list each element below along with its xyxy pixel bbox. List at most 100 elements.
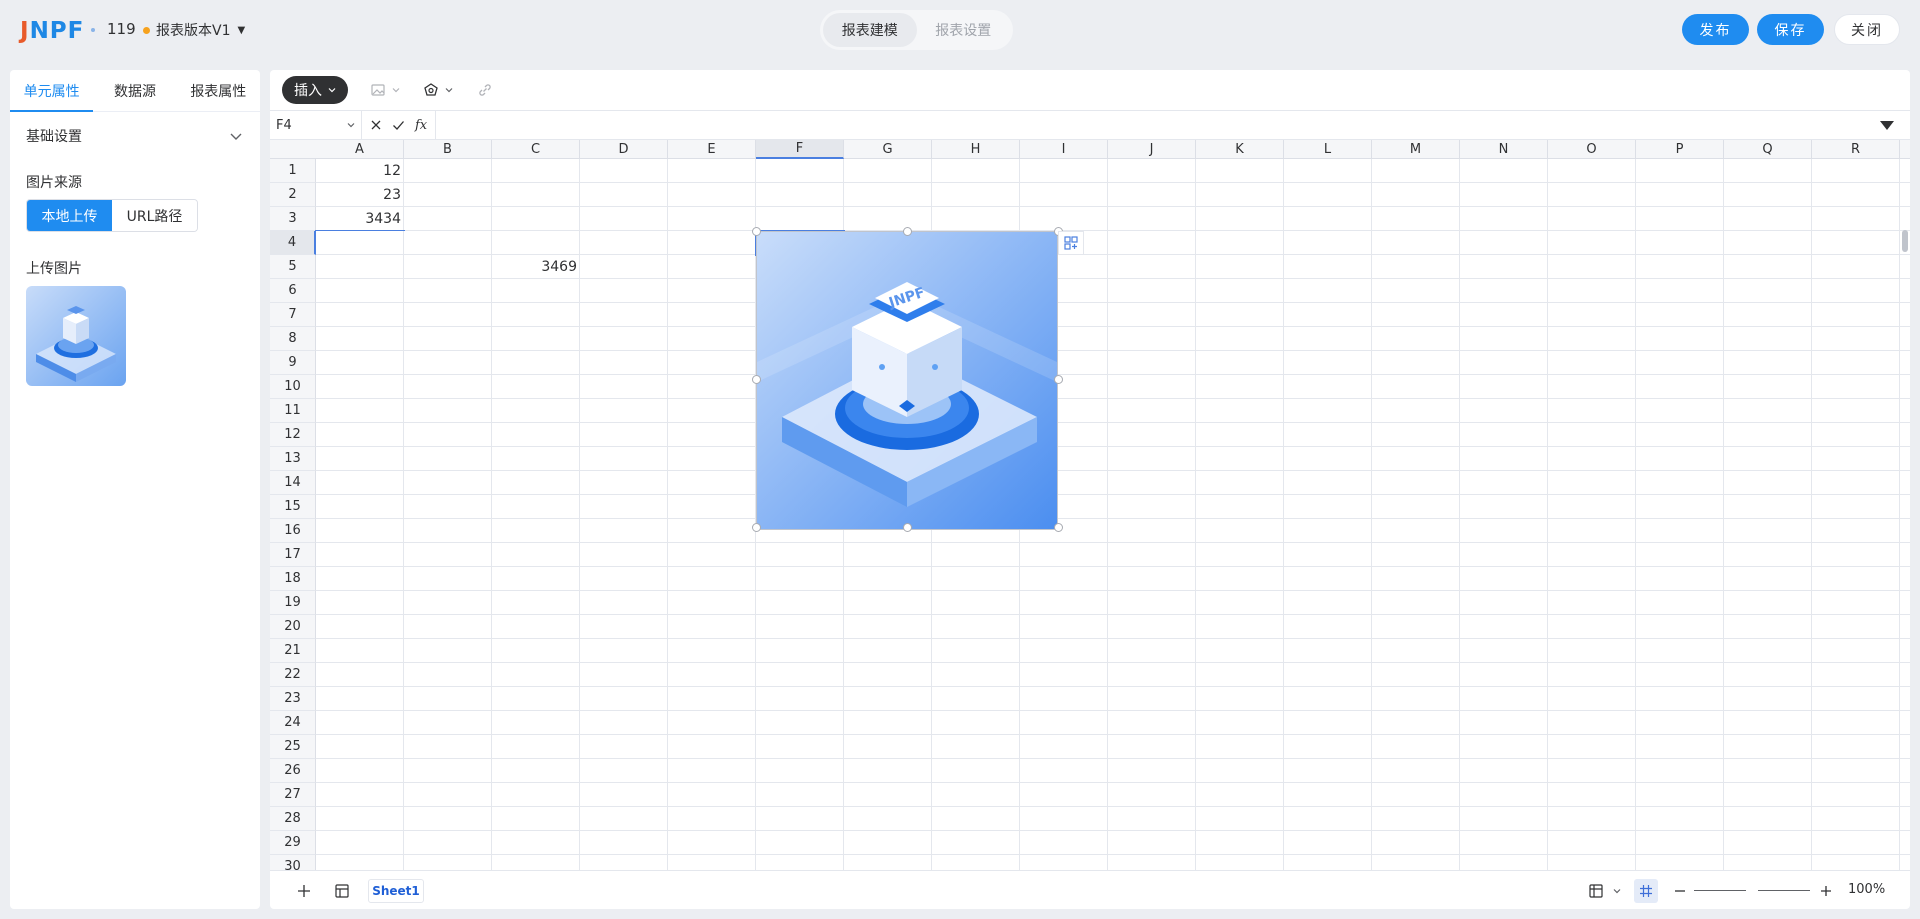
tab-data-source[interactable]: 数据源 [93,70,176,111]
resize-handle-nw[interactable] [752,227,761,236]
row-header-18[interactable]: 18 [270,567,316,591]
formula-input[interactable] [436,111,1910,139]
row-header-27[interactable]: 27 [270,783,316,807]
column-header-h[interactable]: H [932,140,1020,159]
row-header-10[interactable]: 10 [270,375,316,399]
zoom-in-icon[interactable] [1818,883,1834,899]
version-selector[interactable]: 报表版本V1 ▼ [143,20,245,40]
column-header-p[interactable]: P [1636,140,1724,159]
column-header-l[interactable]: L [1284,140,1372,159]
row-header-13[interactable]: 13 [270,447,316,471]
row-header-8[interactable]: 8 [270,327,316,351]
zoom-level[interactable]: 100% [1848,882,1885,897]
column-header-n[interactable]: N [1460,140,1548,159]
tab-cell-properties[interactable]: 单元属性 [10,70,94,112]
row-header-1[interactable]: 1 [270,159,316,183]
link-tool[interactable] [477,80,493,100]
save-button[interactable]: 保存 [1757,14,1824,45]
resize-handle-se[interactable] [1054,523,1063,532]
shape-tool[interactable] [423,80,453,100]
cell-C5[interactable]: 3469 [492,255,580,279]
column-header-r[interactable]: R [1812,140,1900,159]
image-options-button[interactable] [1058,231,1084,255]
row-header-21[interactable]: 21 [270,639,316,663]
cell-A2[interactable]: 23 [316,183,404,207]
column-header-m[interactable]: M [1372,140,1460,159]
row-header-15[interactable]: 15 [270,495,316,519]
row-header-9[interactable]: 9 [270,351,316,375]
resize-handle-n[interactable] [903,227,912,236]
row-header-23[interactable]: 23 [270,687,316,711]
resize-handle-s[interactable] [903,523,912,532]
chevron-down-icon[interactable] [1613,887,1621,895]
cancel-icon[interactable] [370,119,382,131]
column-header-c[interactable]: C [492,140,580,159]
row-header-11[interactable]: 11 [270,399,316,423]
freeze-pane-icon[interactable] [1588,883,1604,899]
caret-down-icon: ▼ [237,24,246,36]
column-header-a[interactable]: A [316,140,404,159]
url-path-option[interactable]: URL路径 [112,200,197,231]
zoom-slider-right[interactable] [1758,890,1810,891]
chevron-down-icon[interactable] [228,128,244,144]
column-header-b[interactable]: B [404,140,492,159]
function-icon[interactable]: fx [415,118,427,133]
row-header-14[interactable]: 14 [270,471,316,495]
inserted-image[interactable]: JNPF [756,231,1058,530]
uploaded-image-thumbnail[interactable] [26,286,126,386]
tab-report-properties[interactable]: 报表属性 [177,70,260,111]
sheet-tab-sheet1[interactable]: Sheet1 [368,879,424,903]
tab-report-settings[interactable]: 报表设置 [917,13,1011,47]
cell-A3[interactable]: 3434 [316,207,404,231]
row-header-26[interactable]: 26 [270,759,316,783]
image-tool[interactable] [370,80,400,100]
row-header-5[interactable]: 5 [270,255,316,279]
publish-button[interactable]: 发布 [1682,14,1749,45]
expand-formula-icon[interactable] [1880,121,1894,130]
row-header-22[interactable]: 22 [270,663,316,687]
row-header-3[interactable]: 3 [270,207,316,231]
column-header-i[interactable]: I [1020,140,1108,159]
zoom-slider-left[interactable] [1694,890,1746,891]
row-header-12[interactable]: 12 [270,423,316,447]
column-header-o[interactable]: O [1548,140,1636,159]
column-header-e[interactable]: E [668,140,756,159]
row-header-20[interactable]: 20 [270,615,316,639]
gridlines-toggle[interactable] [1634,879,1658,903]
row-4-highlight [315,230,405,255]
column-header-d[interactable]: D [580,140,668,159]
column-header-g[interactable]: G [844,140,932,159]
insert-button[interactable]: 插入 [282,76,348,104]
column-header-k[interactable]: K [1196,140,1284,159]
close-button[interactable]: 关闭 [1834,14,1900,45]
row-header-19[interactable]: 19 [270,591,316,615]
resize-handle-sw[interactable] [752,523,761,532]
row-header-29[interactable]: 29 [270,831,316,855]
column-header-q[interactable]: Q [1724,140,1812,159]
row-header-28[interactable]: 28 [270,807,316,831]
row-header-30[interactable]: 30 [270,855,316,870]
row-header-16[interactable]: 16 [270,519,316,543]
cell-area[interactable]: 12 23 3434 3469 JNPF [315,159,1910,870]
local-upload-option[interactable]: 本地上传 [27,200,112,231]
row-header-17[interactable]: 17 [270,543,316,567]
confirm-icon[interactable] [392,119,405,131]
tab-report-modeling[interactable]: 报表建模 [823,13,917,47]
row-header-6[interactable]: 6 [270,279,316,303]
row-header-24[interactable]: 24 [270,711,316,735]
cell-A1[interactable]: 12 [316,159,404,183]
gridlines-icon [1640,885,1652,897]
resize-handle-w[interactable] [752,375,761,384]
row-header-7[interactable]: 7 [270,303,316,327]
cell-reference-box[interactable]: F4 [270,111,362,139]
row-header-2[interactable]: 2 [270,183,316,207]
column-header-f[interactable]: F [756,140,844,159]
sheet-list-icon[interactable] [334,883,350,899]
vertical-scrollbar[interactable] [1902,230,1908,252]
zoom-out-icon[interactable] [1672,883,1688,899]
row-header-4[interactable]: 4 [270,231,316,255]
add-sheet-icon[interactable] [296,883,312,899]
row-header-25[interactable]: 25 [270,735,316,759]
column-header-j[interactable]: J [1108,140,1196,159]
resize-handle-e[interactable] [1054,375,1063,384]
